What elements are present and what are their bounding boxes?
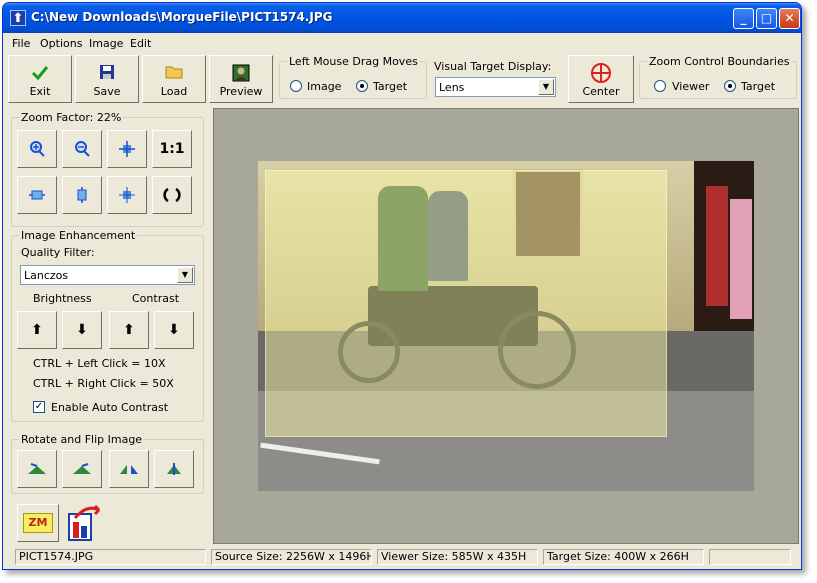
preview-button[interactable]: Preview <box>209 55 273 103</box>
zoom-factor-label: Zoom Factor: 22% <box>19 111 124 124</box>
zoom-out-icon <box>75 141 90 157</box>
crosshair-icon <box>569 63 633 83</box>
app-icon[interactable]: ⬆ <box>10 10 26 26</box>
zoom-in-button[interactable] <box>17 130 57 168</box>
zoom-bounds-group: Zoom Control Boundaries Viewer Target <box>639 55 797 99</box>
save-button[interactable]: Save <box>75 55 139 103</box>
fit-window-button[interactable] <box>107 176 147 214</box>
main-window: ⬆ C:\New Downloads\MorgueFile\PICT1574.J… <box>2 2 802 570</box>
quality-filter-label: Quality Filter: <box>21 246 95 259</box>
auto-contrast-checkbox[interactable]: ✓ <box>33 401 45 413</box>
flip-vertical-icon <box>167 463 181 475</box>
menu-bar: File Options Image Edit <box>3 33 801 53</box>
fit-window-icon <box>119 187 135 203</box>
bystander-red <box>706 186 728 306</box>
menu-image[interactable]: Image <box>89 37 123 50</box>
fit-arrows-icon <box>119 141 135 157</box>
title-bar[interactable]: ⬆ C:\New Downloads\MorgueFile\PICT1574.J… <box>3 3 801 33</box>
drag-moves-group: Left Mouse Drag Moves Image Target <box>279 55 427 99</box>
zoom-group: Zoom Factor: 22% 1:1 <box>11 111 204 227</box>
hint-left-click: CTRL + Left Click = 10X <box>33 357 166 370</box>
check-icon <box>9 64 71 82</box>
target-lens[interactable] <box>265 170 667 437</box>
rotate-left-button[interactable] <box>17 450 57 488</box>
fit-height-button[interactable] <box>62 176 102 214</box>
menu-edit[interactable]: Edit <box>130 37 151 50</box>
status-source-size: Source Size: 2256W x 1496H <box>211 549 372 565</box>
fit-width-button[interactable] <box>17 176 57 214</box>
center-button[interactable]: Center <box>568 55 634 103</box>
close-button[interactable]: ✕ <box>779 8 800 29</box>
chevron-down-icon[interactable]: ▼ <box>538 79 554 95</box>
rotate-right-button[interactable] <box>62 450 102 488</box>
toolbar: Exit Save Load Preview Left Mouse Drag M… <box>3 53 801 105</box>
fit-width-icon <box>29 190 45 200</box>
maximize-button[interactable]: □ <box>756 8 777 29</box>
status-viewer-size: Viewer Size: 585W x 435H <box>377 549 538 565</box>
auto-contrast-label: Enable Auto Contrast <box>51 401 169 414</box>
zm-logo-button[interactable]: ZM <box>17 504 59 542</box>
status-target-size: Target Size: 400W x 266H <box>543 549 704 565</box>
image-viewer[interactable] <box>213 108 799 544</box>
image-enhancement-group: Image Enhancement Quality Filter: Lanczo… <box>11 229 204 422</box>
minimize-button[interactable]: _ <box>733 8 754 29</box>
menu-file[interactable]: File <box>12 37 30 50</box>
actual-size-button[interactable]: 1:1 <box>152 130 192 168</box>
arrow-up-icon: ⬆ <box>123 322 135 338</box>
bounds-target-radio[interactable] <box>724 80 736 92</box>
rotate-left-icon <box>28 463 46 474</box>
status-filename: PICT1574.JPG <box>15 549 206 565</box>
menu-options[interactable]: Options <box>40 37 82 50</box>
rotate-flip-group: Rotate and Flip Image <box>11 433 204 494</box>
visual-target-label: Visual Target Display: <box>434 60 552 73</box>
rotate-right-icon <box>73 463 91 474</box>
app-logo-icon[interactable] <box>65 504 105 542</box>
flip-horizontal-button[interactable] <box>109 450 149 488</box>
visual-target-select[interactable]: Lens ▼ <box>435 77 556 97</box>
contrast-down-button[interactable]: ⬇ <box>154 311 194 349</box>
drag-image-radio[interactable] <box>290 80 302 92</box>
bounds-viewer-radio[interactable] <box>654 80 666 92</box>
status-extra <box>709 549 791 565</box>
drag-target-radio[interactable] <box>356 80 368 92</box>
arrow-up-icon: ⬆ <box>31 322 43 338</box>
exit-button[interactable]: Exit <box>8 55 72 103</box>
quality-filter-select[interactable]: Lanczos ▼ <box>20 265 195 285</box>
brightness-up-button[interactable]: ⬆ <box>17 311 57 349</box>
contrast-up-button[interactable]: ⬆ <box>109 311 149 349</box>
photo[interactable] <box>258 161 754 491</box>
fit-height-icon <box>77 187 87 203</box>
zoom-in-icon <box>30 141 45 157</box>
floppy-icon <box>76 64 138 82</box>
chevron-down-icon[interactable]: ▼ <box>177 267 193 283</box>
status-bar: PICT1574.JPG Source Size: 2256W x 1496H … <box>3 547 801 567</box>
contrast-label: Contrast <box>132 292 180 305</box>
rotate-view-button[interactable] <box>152 176 192 214</box>
load-button[interactable]: Load <box>142 55 206 103</box>
portrait-icon <box>210 64 272 82</box>
hint-right-click: CTRL + Right Click = 50X <box>33 377 174 390</box>
zm-logo: ZM <box>22 513 54 533</box>
flip-vertical-button[interactable] <box>154 450 194 488</box>
brightness-label: Brightness <box>33 292 92 305</box>
zoom-out-button[interactable] <box>62 130 102 168</box>
arrow-down-icon: ⬇ <box>76 322 88 338</box>
flip-horizontal-icon <box>120 465 138 474</box>
bystander-pink <box>730 199 752 319</box>
fit-both-button[interactable] <box>107 130 147 168</box>
arrow-down-icon: ⬇ <box>168 322 180 338</box>
refresh-icon <box>163 187 181 203</box>
window-title: C:\New Downloads\MorgueFile\PICT1574.JPG <box>31 10 333 24</box>
brightness-down-button[interactable]: ⬇ <box>62 311 102 349</box>
folder-icon <box>143 64 205 82</box>
